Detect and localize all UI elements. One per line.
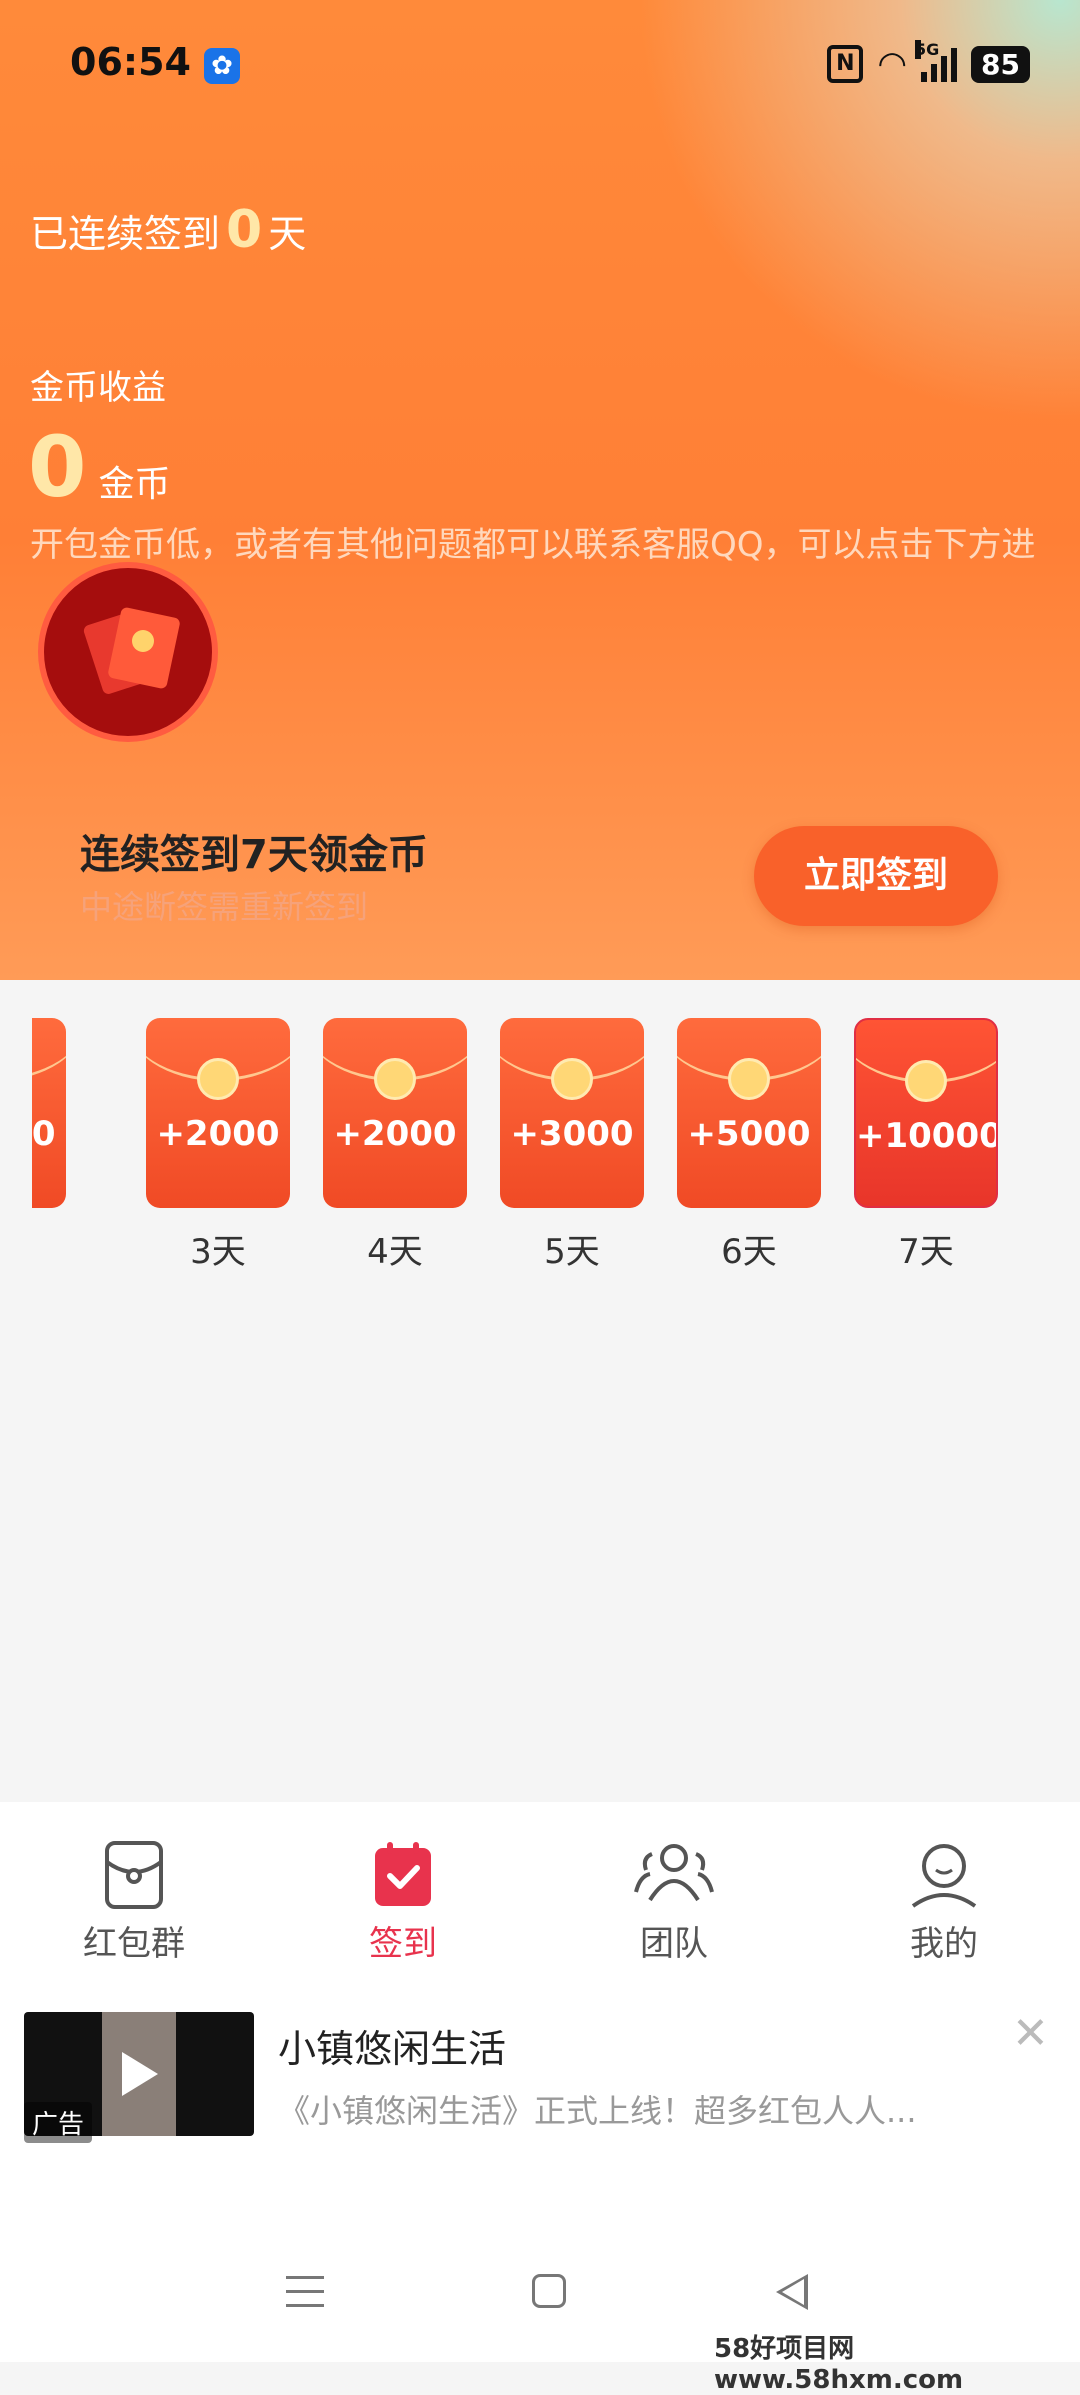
wifi-icon: ◠ [877, 44, 908, 84]
ad-description: 《小镇悠闲生活》正式上线！超多红包人人... [278, 2092, 917, 2130]
reward-day-3: +2000 3天 [146, 1018, 290, 1268]
floating-red-packet-button[interactable] [38, 562, 218, 742]
coin-icon [551, 1058, 593, 1100]
sign-subtitle: 中途断签需重新签到 [80, 888, 369, 926]
ad-title: 小镇悠闲生活 [278, 2027, 507, 2071]
bottom-tab-bar: 红包群 签到 团队 我的 [0, 1802, 1080, 1994]
signal-icon: 5G [915, 40, 958, 82]
sign-title: 连续签到7天领金币 [80, 832, 428, 878]
reward-day-7: +10000 7天 [854, 1018, 998, 1268]
reward-card: +3000 [500, 1018, 644, 1208]
reward-day-6: +5000 6天 [677, 1018, 821, 1268]
ad-banner[interactable]: 广告 小镇悠闲生活 《小镇悠闲生活》正式上线！超多红包人人... ✕ [0, 1994, 1080, 2164]
tab-red-packet-group[interactable]: 红包群 [44, 1840, 224, 1965]
reward-card: +10000 [854, 1018, 998, 1208]
calendar-check-icon [373, 1840, 433, 1910]
streak-days: 0 [226, 200, 263, 260]
reward-day-4: +2000 4天 [323, 1018, 467, 1268]
coin-icon [905, 1060, 947, 1102]
reward-card: +2000 [323, 1018, 467, 1208]
red-packet-icon [104, 1840, 164, 1910]
status-icons: N ◠ 5G 85 [827, 40, 1030, 84]
battery-indicator: 85 [971, 45, 1030, 83]
team-icon [632, 1840, 716, 1910]
play-icon [122, 2052, 158, 2096]
tab-team[interactable]: 团队 [584, 1840, 764, 1965]
ad-label: 广告 [24, 2102, 93, 2143]
reward-day-5: +3000 5天 [500, 1018, 644, 1268]
reward-day-2: +1000 2天 [32, 1018, 66, 1268]
close-icon[interactable]: ✕ [1012, 2008, 1049, 2059]
reward-card: +1000 [32, 1018, 66, 1208]
reward-card: +2000 [146, 1018, 290, 1208]
user-icon [909, 1840, 979, 1910]
menu-icon[interactable] [286, 2276, 324, 2318]
reward-card: +5000 [677, 1018, 821, 1208]
sign-in-button[interactable]: 立即签到 [754, 826, 998, 926]
coin-icon [197, 1058, 239, 1100]
status-time: 06:54 [70, 40, 191, 84]
tab-mine[interactable]: 我的 [854, 1840, 1034, 1965]
tab-sign-in[interactable]: 签到 [313, 1840, 493, 1965]
nfc-icon: N [827, 45, 864, 83]
streak-text: 已连续签到 0 天 [30, 200, 307, 260]
reward-list[interactable]: +1000 2天 +2000 3天 +2000 4天 +3000 5天 +500… [32, 1018, 1048, 1268]
back-icon[interactable] [776, 2274, 808, 2310]
coin-balance: 0 金币 [28, 418, 171, 516]
coin-icon [728, 1058, 770, 1100]
app-notification-icon: ✿ [204, 48, 240, 84]
coin-icon [374, 1058, 416, 1100]
coin-label: 金币收益 [30, 368, 166, 408]
home-icon[interactable] [532, 2274, 566, 2308]
